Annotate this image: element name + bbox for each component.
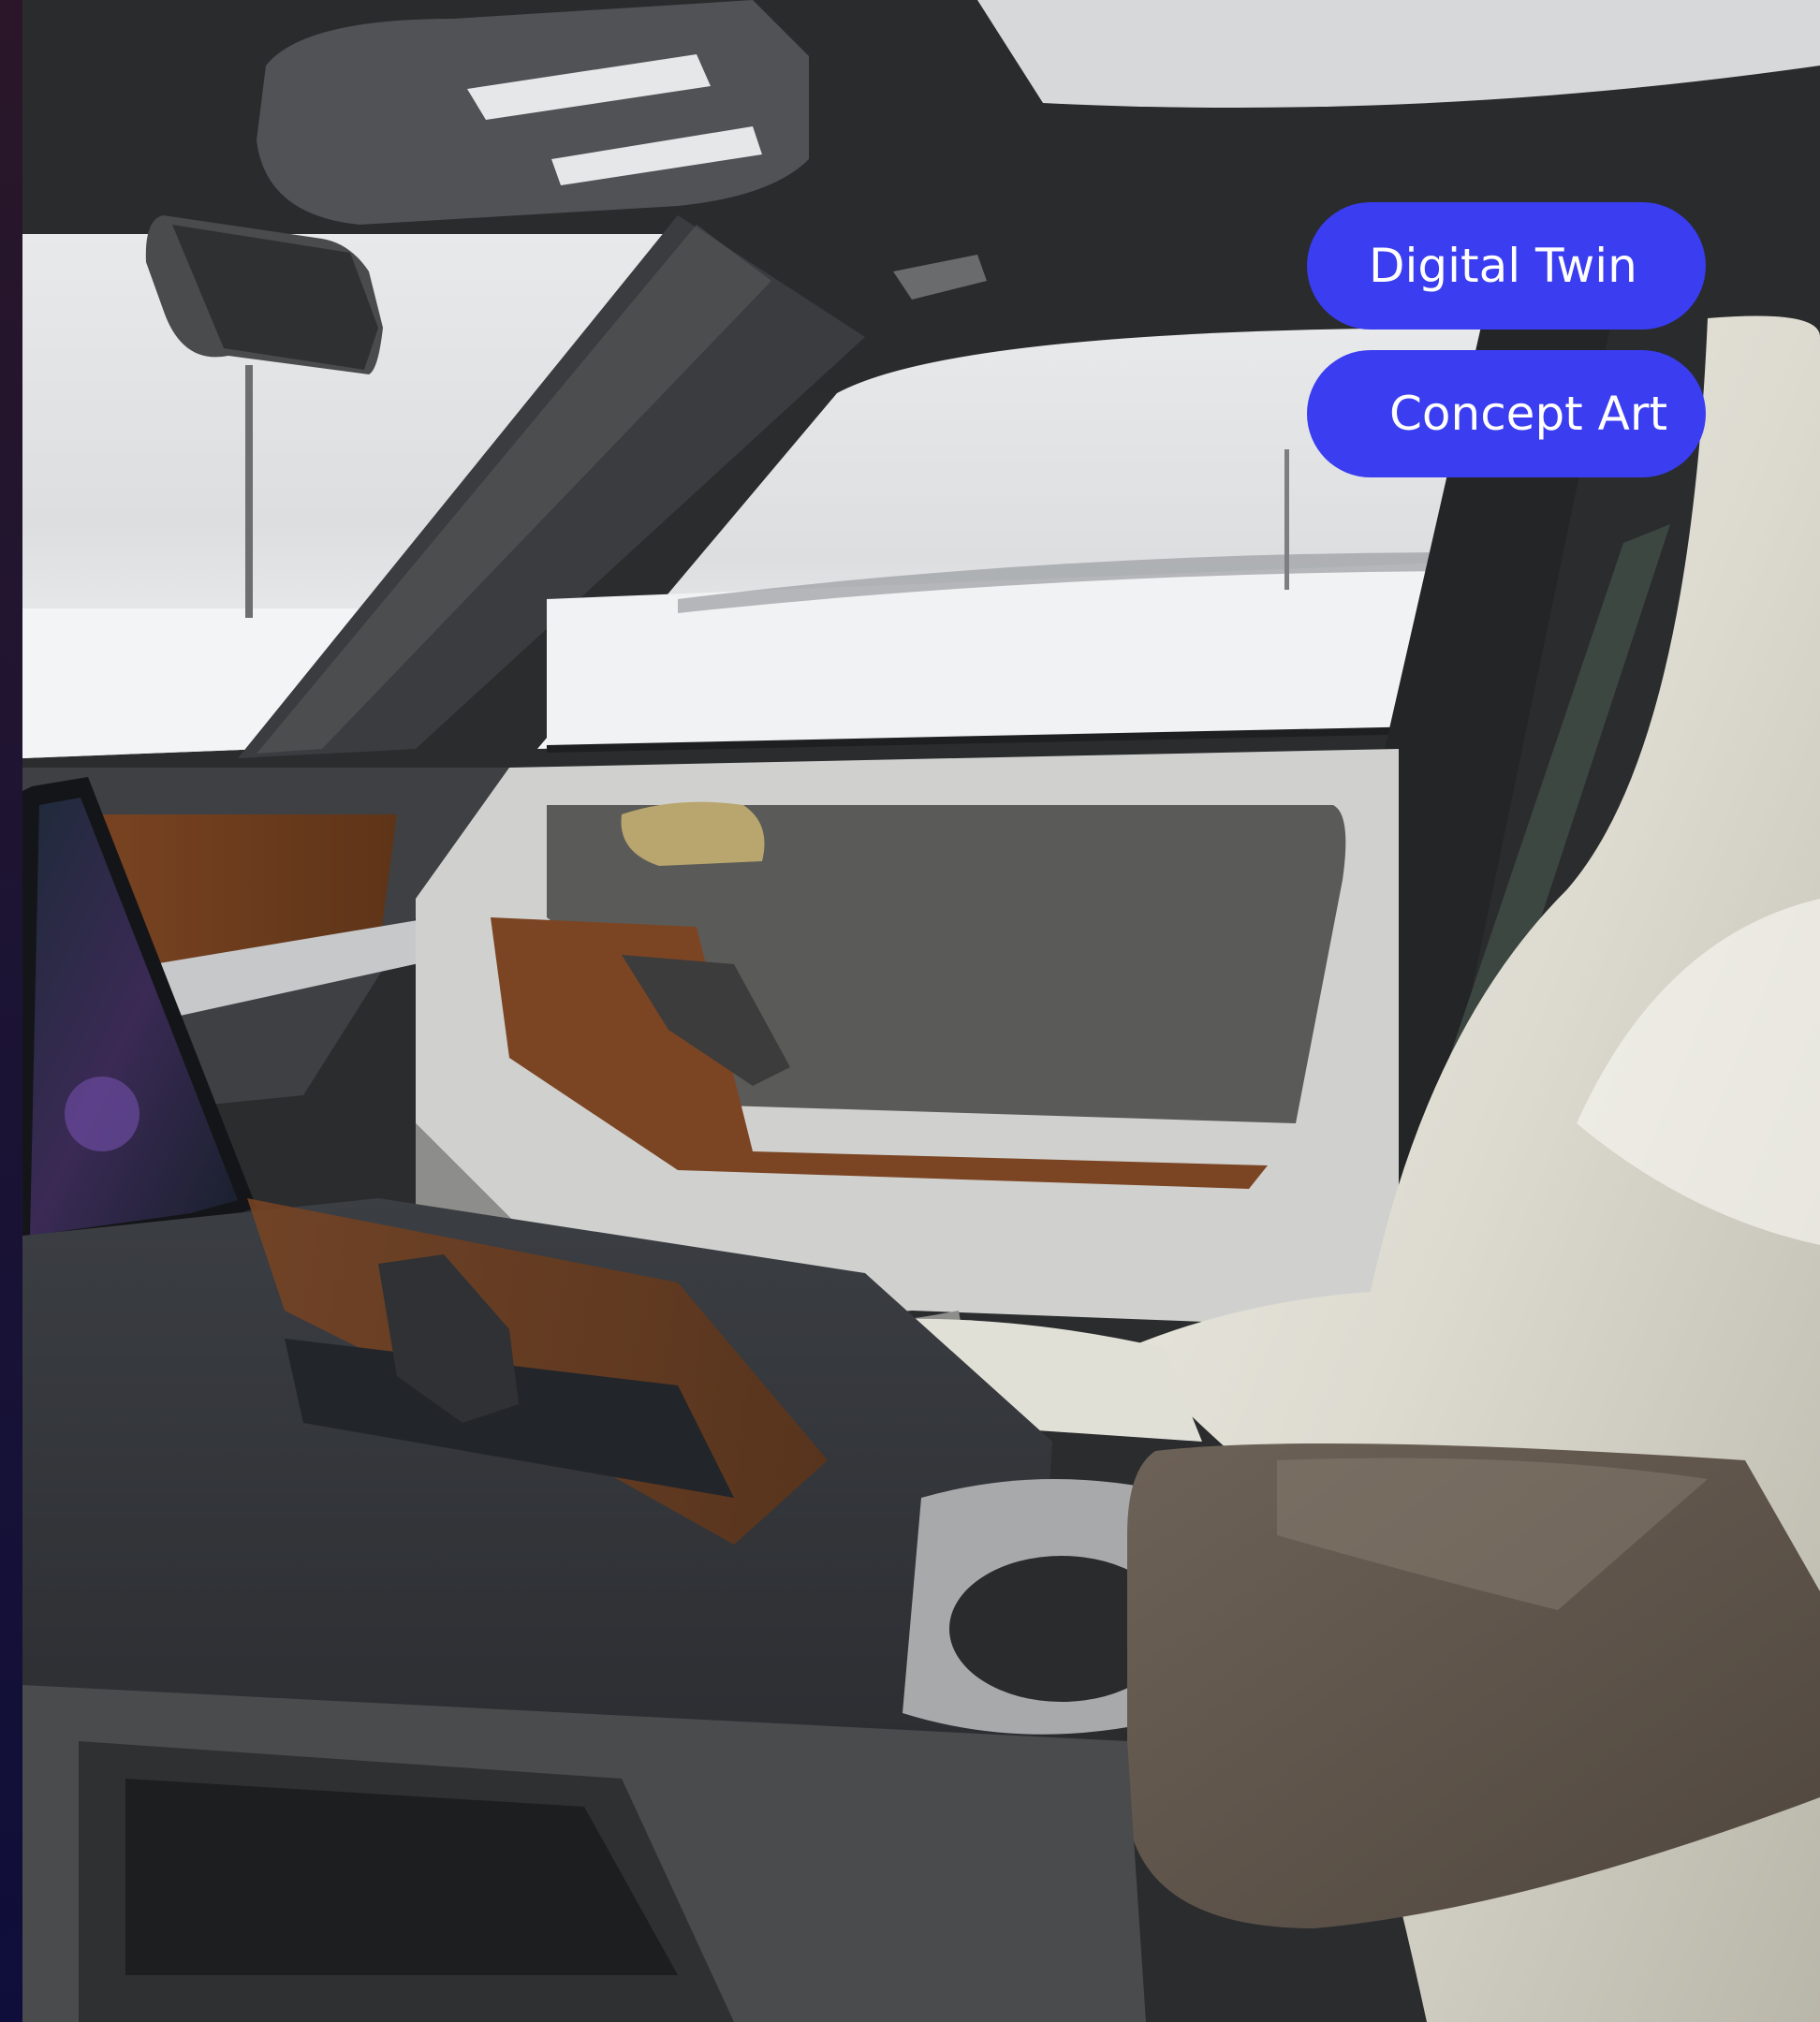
- digital-twin-button[interactable]: Digital Twin: [1307, 202, 1706, 330]
- concept-art-button[interactable]: Concept Art: [1307, 350, 1706, 477]
- left-edge-strip: [0, 0, 22, 2022]
